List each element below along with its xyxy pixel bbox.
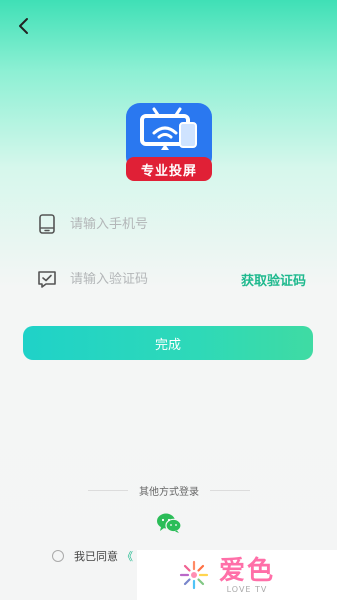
app-logo: 专业投屏: [126, 103, 212, 181]
agreement-row: 我已同意 《: [52, 548, 133, 564]
divider-line: [88, 489, 128, 491]
verify-code-icon: [36, 268, 58, 290]
verify-code-input[interactable]: [70, 271, 241, 287]
submit-button[interactable]: 完成: [23, 326, 313, 360]
chevron-left-icon: [19, 18, 28, 34]
phone-icon: [36, 213, 58, 235]
phone-row: [36, 209, 306, 239]
other-login-label: 其他方式登录: [139, 486, 199, 498]
logo-ribbon: 专业投屏: [126, 157, 212, 181]
agreement-text: 我已同意: [74, 550, 118, 563]
get-code-button[interactable]: 获取验证码: [241, 270, 306, 289]
code-row: 获取验证码: [36, 264, 306, 294]
agreement-link[interactable]: 《: [122, 548, 133, 564]
back-button[interactable]: [12, 14, 36, 38]
watermark-subtitle: LOVE TV: [226, 584, 268, 594]
flower-logo-icon: [179, 560, 209, 590]
wechat-icon: [157, 513, 182, 533]
watermark-title: 爱色: [219, 555, 276, 586]
watermark: 爱色 LOVE TV: [137, 550, 337, 600]
watermark-text: 爱色 LOVE TV: [219, 557, 275, 594]
agree-radio[interactable]: [52, 550, 64, 562]
other-login-divider: 其他方式登录: [88, 483, 250, 498]
cast-screen-icon: [140, 107, 197, 150]
wechat-login-button[interactable]: [156, 512, 182, 534]
divider-line: [210, 489, 250, 491]
phone-input[interactable]: [70, 216, 306, 232]
